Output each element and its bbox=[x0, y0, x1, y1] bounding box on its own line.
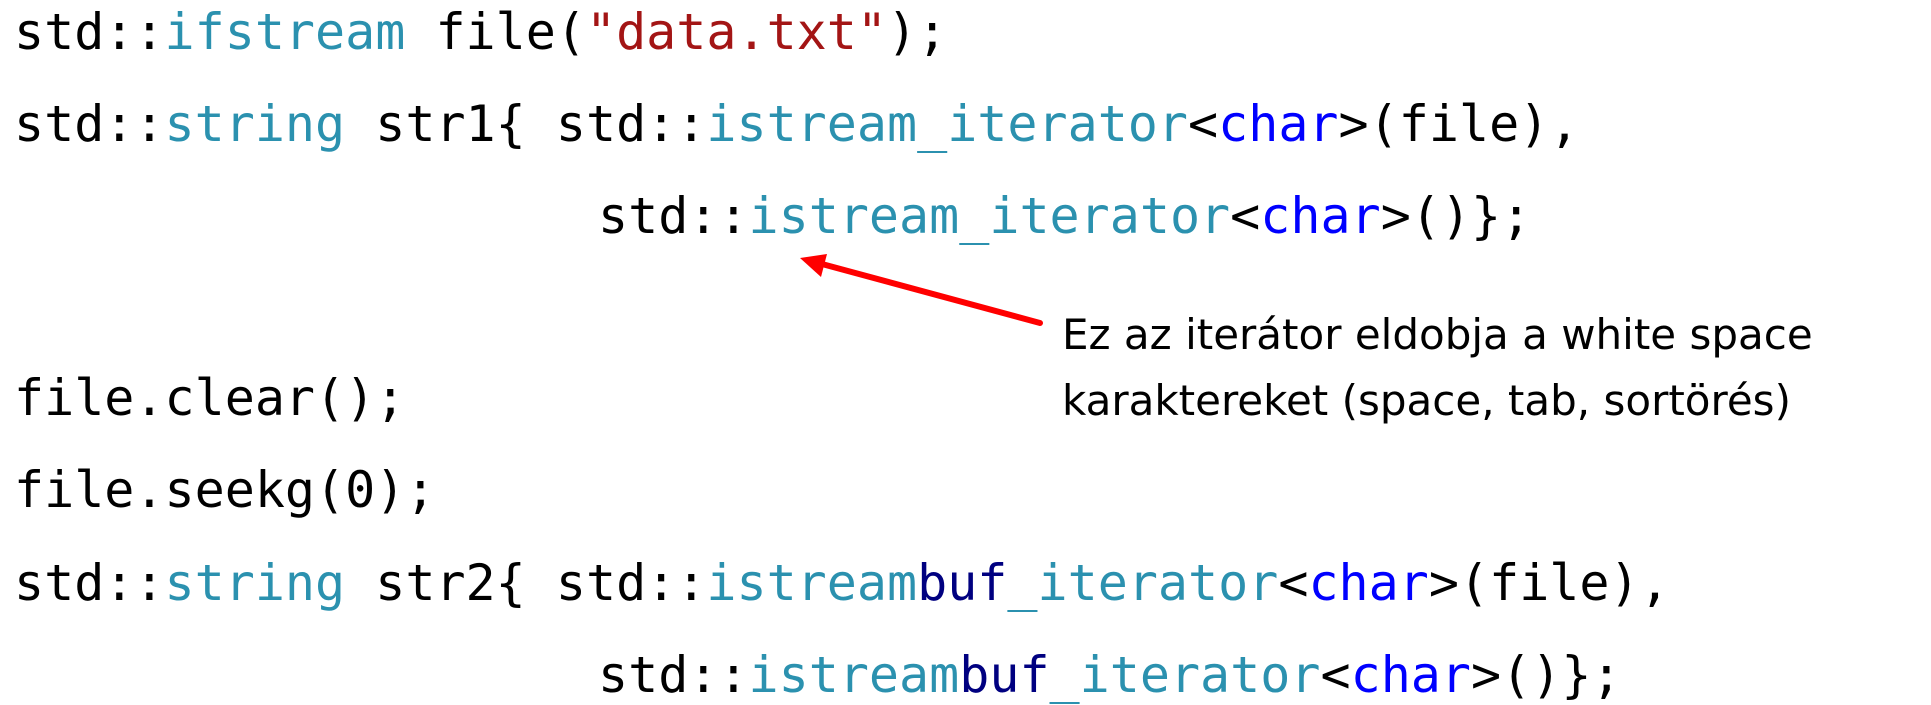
slide: std::ifstream file("data.txt"); std::str… bbox=[0, 0, 1931, 704]
annotation-line-2: karaktereket (space, tab, sortörés) bbox=[1062, 376, 1791, 425]
annotation-line-1: Ez az iterátor eldobja a white space bbox=[1062, 310, 1813, 359]
annotation-note: Ez az iterátor eldobja a white space kar… bbox=[1062, 302, 1931, 434]
arrow-shaft bbox=[819, 261, 1043, 326]
arrow-head-icon bbox=[800, 254, 827, 277]
